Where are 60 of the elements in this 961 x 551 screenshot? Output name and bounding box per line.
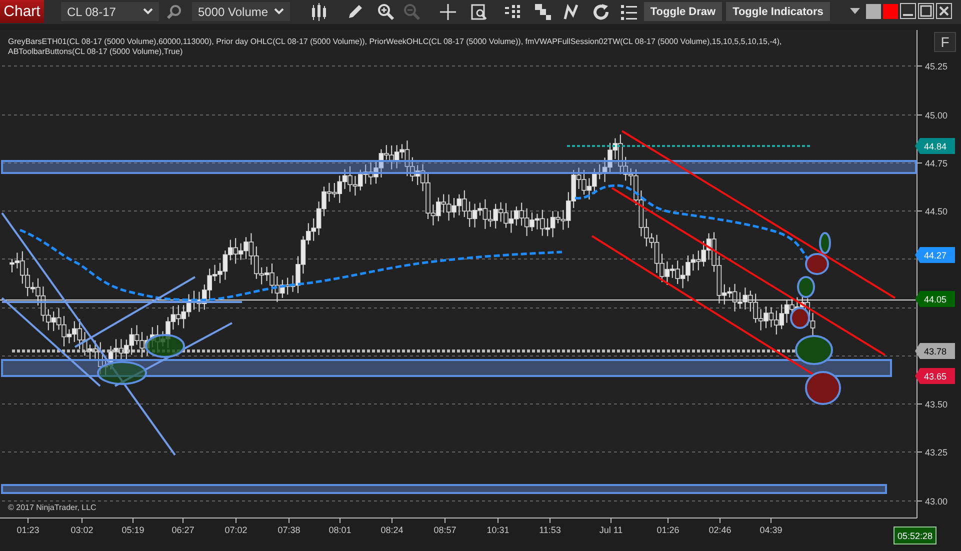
time-axis-label: Jul 11 <box>599 525 623 535</box>
price-axis-label: 43.00 <box>925 496 948 506</box>
time-axis-label: 05:19 <box>122 525 144 535</box>
price-tag: 44.05 <box>915 291 955 307</box>
price-axis-label: 43.50 <box>925 400 948 410</box>
price-tag: 43.65 <box>915 368 955 384</box>
price-axis-label: 45.00 <box>925 110 948 120</box>
ellipse-marker <box>795 335 833 365</box>
squares-icon[interactable] <box>534 3 552 21</box>
pencil-icon[interactable] <box>346 3 364 21</box>
maximize-icon[interactable] <box>918 3 934 19</box>
indicator-legend-text: ABToolbarButtons(CL 08-17 (5000 Volume),True) <box>8 47 184 57</box>
candlestick-icon[interactable] <box>310 3 328 21</box>
time-axis-label: 04:39 <box>760 525 782 535</box>
time-axis-label: 08:24 <box>380 525 404 535</box>
refresh-icon[interactable] <box>592 3 610 21</box>
time-axis-label: 01:23 <box>16 525 40 535</box>
price-tag: 44.27 <box>915 247 955 263</box>
chevron-icon <box>143 8 153 15</box>
copyright-text: © 2017 NinjaTrader, LLC <box>8 503 96 512</box>
close-icon[interactable] <box>936 3 952 19</box>
price-axis-label: 44.50 <box>925 206 948 216</box>
time-axis-label: 01:26 <box>656 525 680 535</box>
time-axis-label: 08:57 <box>434 525 456 535</box>
price-tag: 44.84 <box>915 138 955 154</box>
interval-dropdown[interactable]: 5000 Volume <box>192 2 290 21</box>
color-swatch[interactable] <box>866 4 881 18</box>
dropdown-caret-icon[interactable] <box>850 8 860 14</box>
time-axis-label: 07:02 <box>224 525 248 535</box>
minimize-icon[interactable] <box>900 3 916 19</box>
time-axis-label: 07:38 <box>278 525 300 535</box>
clock-label: 05:52:28 <box>894 526 936 544</box>
time-axis-label: 08:01 <box>328 525 352 535</box>
ellipse-marker <box>805 371 841 405</box>
price-axis-label: 45.25 <box>925 62 948 72</box>
ellipse-marker <box>97 361 147 385</box>
ellipse-marker <box>145 334 185 358</box>
price-axis-label: 43.25 <box>925 448 948 458</box>
time-axis-label: 03:02 <box>70 525 94 535</box>
panel-button[interactable]: F <box>934 32 956 52</box>
properties-icon[interactable] <box>470 3 488 21</box>
list-icon[interactable] <box>620 3 638 21</box>
time-axis-label: 06:27 <box>172 525 194 535</box>
time-axis-label: 02:46 <box>708 525 732 535</box>
color-swatch[interactable] <box>883 4 898 18</box>
zoom-in-icon[interactable] <box>377 3 395 21</box>
toggle-button[interactable]: Toggle Indicators <box>726 2 830 21</box>
time-axis-label: 10:31 <box>486 525 510 535</box>
line-icon[interactable] <box>562 3 580 21</box>
toggle-button[interactable]: Toggle Draw <box>644 2 722 21</box>
indicator-legend-text: GreyBarsETH01(CL 08-17 (5000 Volume),60000,113000), Prior day OHLC(CL 08-17 (5000 Volume)), PriorWeekOHLC(CL 08-17 (5000 Volume)), fmVWAPFullSession02TW(CL 08-17 (5000 Volume),15,10,5,5,10,15,-4), <box>8 37 782 47</box>
price-axis-label: 44.75 <box>925 158 948 168</box>
search-icon[interactable] <box>166 4 182 20</box>
instrument-dropdown[interactable]: CL 08-17 <box>61 2 159 21</box>
chart-button[interactable]: Chart <box>0 0 44 23</box>
chevron-icon <box>274 8 284 15</box>
columns-icon[interactable] <box>504 3 522 21</box>
price-tag: 43.78 <box>915 343 955 359</box>
crosshair-icon[interactable] <box>439 3 457 21</box>
time-axis-label: 11:53 <box>539 525 561 535</box>
